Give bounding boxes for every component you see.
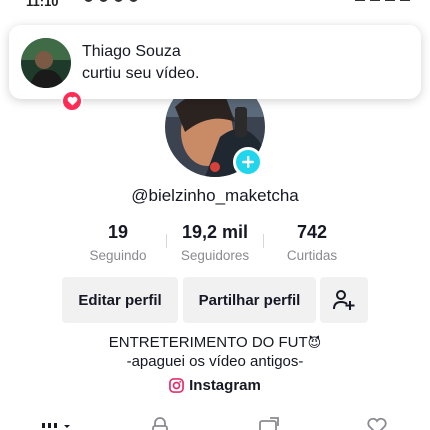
instagram-link[interactable]: Instagram — [0, 377, 430, 394]
add-friend-icon — [333, 290, 355, 310]
stat-following-label: Seguindo — [89, 248, 147, 263]
notification-sender: Thiago Souza — [82, 43, 181, 60]
edit-profile-button[interactable]: Editar perfil — [62, 277, 178, 323]
instagram-label: Instagram — [189, 377, 261, 394]
stat-likes-value: 742 — [296, 222, 328, 242]
profile-tabs — [0, 415, 430, 430]
profile-actions: Editar perfil Partilhar perfil — [0, 277, 430, 323]
notification-message: curtiu seu vídeo. — [82, 65, 200, 82]
bio-line-1: ENTRETERIMENTO DO FUT😈 — [108, 334, 322, 351]
profile-bio: ENTRETERIMENTO DO FUT😈 -apaguei os vídeo… — [0, 333, 430, 371]
share-profile-button[interactable]: Partilhar perfil — [183, 277, 316, 323]
grid-icon[interactable] — [40, 415, 74, 430]
stat-likes-label: Curtidas — [286, 248, 338, 263]
stat-followers[interactable]: 19,2 mil Seguidores — [170, 222, 260, 263]
liked-icon[interactable] — [366, 415, 388, 430]
profile-stats: 19 Seguindo 19,2 mil Seguidores 742 Curt… — [0, 222, 430, 268]
devil-emoji: 😈 — [307, 335, 322, 350]
heart-icon — [61, 90, 83, 112]
add-photo-button[interactable] — [233, 147, 263, 177]
stat-divider — [263, 234, 264, 248]
stat-divider — [166, 234, 167, 248]
stat-followers-label: Seguidores — [180, 248, 250, 263]
stat-likes[interactable]: 742 Curtidas — [272, 222, 352, 263]
notification-icons — [84, 0, 138, 2]
system-icons — [355, 0, 410, 1]
like-notification[interactable]: Thiago Souza curtiu seu vídeo. — [9, 25, 421, 112]
add-friend-button[interactable] — [320, 277, 368, 323]
stat-following[interactable]: 19 Seguindo — [78, 222, 158, 263]
status-time: 11:10 — [26, 0, 59, 9]
repost-icon[interactable] — [258, 415, 280, 430]
plus-icon — [242, 156, 254, 168]
stat-following-value: 19 — [107, 222, 129, 242]
stat-followers-value: 19,2 mil — [181, 222, 249, 242]
instagram-icon — [169, 378, 185, 393]
notification-avatar — [21, 38, 71, 88]
status-bar: 11:10 — [0, 0, 430, 9]
profile-username: @bielzinho_maketcha — [131, 186, 299, 205]
bio-line-2: -apaguei os vídeo antigos- — [126, 353, 304, 370]
lock-icon[interactable] — [150, 415, 170, 430]
